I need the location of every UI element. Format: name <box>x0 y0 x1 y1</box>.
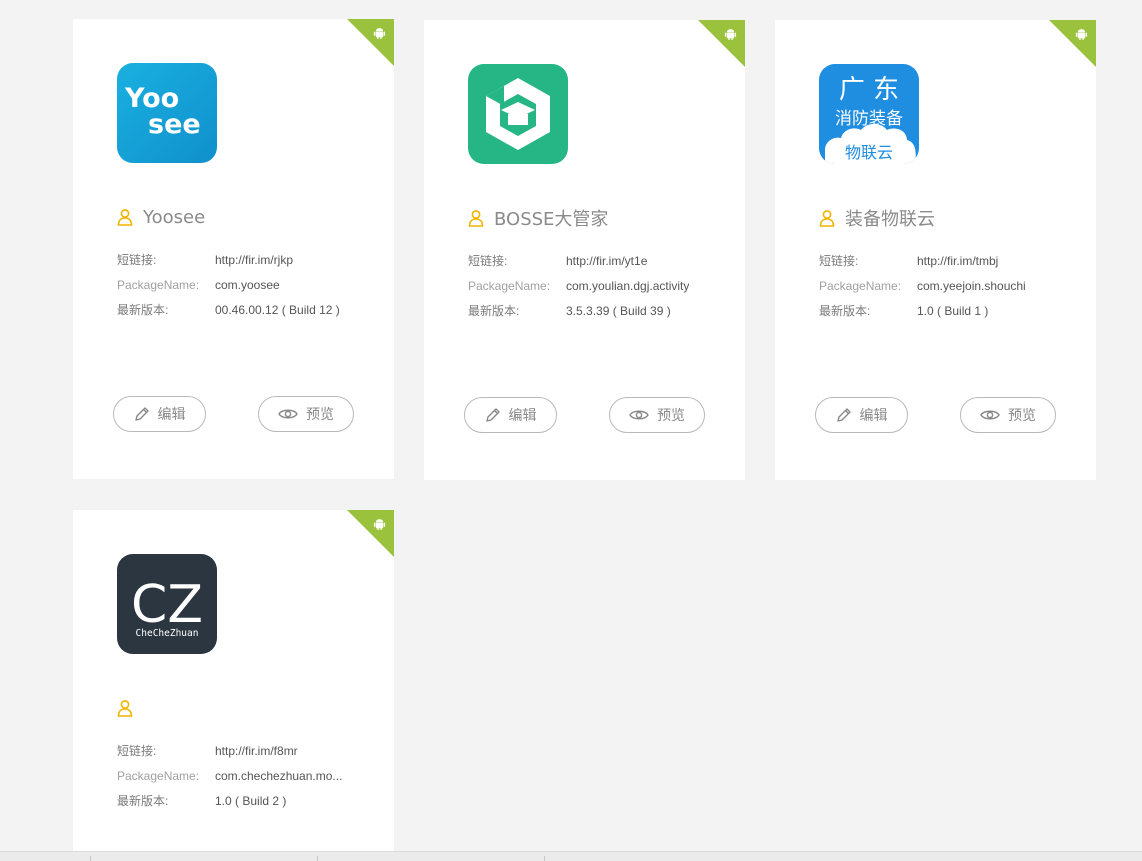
package-name-label: PackageName: <box>819 278 902 293</box>
version-value: 1.0 ( Build 1 ) <box>917 303 989 318</box>
app-card-zhuangbei: 广 东 消防装备 物联云 装备物联云 短链接: http://fir.im/tm… <box>775 20 1096 480</box>
app-icon-chechezhuan[interactable]: CZ CheCheZhuan <box>117 554 217 654</box>
short-link-value[interactable]: http://fir.im/rjkp <box>215 253 293 267</box>
android-badge <box>698 20 745 67</box>
edit-label: 编辑 <box>508 407 537 423</box>
version-row: 最新版本: 1.0 ( Build 1 ) <box>819 298 1079 323</box>
app-info: 短链接: http://fir.im/f8mr PackageName: com… <box>117 738 377 813</box>
zhuangbei-icon-text-1: 广 东 <box>839 75 899 105</box>
scrollbar-divider <box>90 856 91 861</box>
chechezhuan-icon-text-brand: CheCheZhuan <box>136 628 199 639</box>
version-value: 3.5.3.39 ( Build 39 ) <box>566 303 671 318</box>
package-name-value: com.chechezhuan.mo... <box>215 768 343 783</box>
preview-button[interactable]: 预览 <box>960 397 1056 433</box>
package-name-row: PackageName: com.chechezhuan.mo... <box>117 763 377 788</box>
chechezhuan-icon-text-logo: CZ <box>131 575 203 635</box>
version-label: 最新版本: <box>468 304 520 318</box>
package-name-row: PackageName: com.youlian.dgj.activity <box>468 273 728 298</box>
app-name-row: 装备物联云 <box>819 206 935 230</box>
eye-icon <box>278 409 298 419</box>
package-name-row: PackageName: com.yeejoin.shouchi <box>819 273 1079 298</box>
zhuangbei-icon-text-2: 消防装备 <box>835 109 903 129</box>
short-link-value[interactable]: http://fir.im/f8mr <box>215 744 298 758</box>
app-name-row: BOSSE大管家 <box>468 206 608 230</box>
package-name-value: com.youlian.dgj.activity <box>566 278 690 293</box>
preview-button[interactable]: 预览 <box>609 397 705 433</box>
edit-button[interactable]: 编辑 <box>464 397 557 433</box>
version-row: 最新版本: 00.46.00.12 ( Build 12 ) <box>117 297 377 322</box>
short-link-label: 短链接: <box>117 253 157 267</box>
package-name-label: PackageName: <box>117 768 200 783</box>
preview-label: 预览 <box>1008 407 1036 423</box>
short-link-value[interactable]: http://fir.im/yt1e <box>566 254 647 268</box>
android-icon <box>1075 29 1088 41</box>
version-value: 1.0 ( Build 2 ) <box>215 793 287 808</box>
person-icon <box>468 210 484 227</box>
short-link-label: 短链接: <box>468 254 508 268</box>
short-link-row: 短链接: http://fir.im/f8mr <box>117 738 377 763</box>
short-link-row: 短链接: http://fir.im/tmbj <box>819 248 1079 273</box>
app-name: 装备物联云 <box>845 209 935 230</box>
zhuangbei-icon-text-3: 物联云 <box>845 143 893 162</box>
app-card-chechezhuan: CZ CheCheZhuan 短链接: http://fir.im/f8mr P… <box>73 510 394 851</box>
eye-icon <box>629 410 649 420</box>
edit-button[interactable]: 编辑 <box>815 397 908 433</box>
pencil-icon <box>836 408 851 422</box>
version-row: 最新版本: 1.0 ( Build 2 ) <box>117 788 377 813</box>
android-badge <box>347 19 394 66</box>
scrollbar-divider <box>317 856 318 861</box>
app-name: BOSSE大管家 <box>494 209 609 230</box>
preview-label: 预览 <box>657 407 685 423</box>
android-icon <box>373 519 386 531</box>
scrollbar-divider <box>544 856 545 861</box>
person-icon <box>819 210 835 227</box>
android-icon <box>724 29 737 41</box>
yoosee-icon-text-bottom: see <box>148 109 201 140</box>
app-name-row <box>117 696 143 720</box>
version-label: 最新版本: <box>819 304 871 318</box>
android-icon <box>373 28 386 40</box>
package-name-label: PackageName: <box>468 278 551 293</box>
preview-label: 预览 <box>306 406 334 422</box>
app-card-yoosee: Yoo see Yoosee 短链接: http://fir.im/rjkp P… <box>73 19 394 479</box>
android-badge <box>347 510 394 557</box>
short-link-label: 短链接: <box>819 254 859 268</box>
app-info: 短链接: http://fir.im/tmbj PackageName: com… <box>819 248 1079 323</box>
version-label: 最新版本: <box>117 303 169 317</box>
package-name-value: com.yoosee <box>215 277 280 292</box>
version-value: 00.46.00.12 ( Build 12 ) <box>215 302 340 317</box>
package-name-label: PackageName: <box>117 277 200 292</box>
app-name: Yoosee <box>143 206 206 228</box>
edit-label: 编辑 <box>859 407 888 423</box>
person-icon <box>117 700 133 717</box>
android-badge <box>1049 20 1096 67</box>
pencil-icon <box>485 408 500 422</box>
app-card-bosse: BOSSE大管家 短链接: http://fir.im/yt1e Package… <box>424 20 745 480</box>
app-icon-yoosee[interactable]: Yoo see <box>117 63 217 163</box>
package-name-row: PackageName: com.yoosee <box>117 272 377 297</box>
short-link-label: 短链接: <box>117 744 157 758</box>
pencil-icon <box>134 407 149 421</box>
version-label: 最新版本: <box>117 794 169 808</box>
app-name-row: Yoosee <box>117 205 205 229</box>
version-row: 最新版本: 3.5.3.39 ( Build 39 ) <box>468 298 728 323</box>
short-link-row: 短链接: http://fir.im/yt1e <box>468 248 728 273</box>
app-info: 短链接: http://fir.im/rjkp PackageName: com… <box>117 247 377 322</box>
edit-label: 编辑 <box>157 406 186 422</box>
preview-button[interactable]: 预览 <box>258 396 354 432</box>
app-icon-bosse[interactable] <box>468 64 568 164</box>
short-link-value[interactable]: http://fir.im/tmbj <box>917 254 998 268</box>
package-name-value: com.yeejoin.shouchi <box>917 278 1026 293</box>
person-icon <box>117 209 133 226</box>
app-icon-zhuangbei[interactable]: 广 东 消防装备 物联云 <box>819 64 919 164</box>
edit-button[interactable]: 编辑 <box>113 396 206 432</box>
app-info: 短链接: http://fir.im/yt1e PackageName: com… <box>468 248 728 323</box>
eye-icon <box>980 410 1000 420</box>
short-link-row: 短链接: http://fir.im/rjkp <box>117 247 377 272</box>
